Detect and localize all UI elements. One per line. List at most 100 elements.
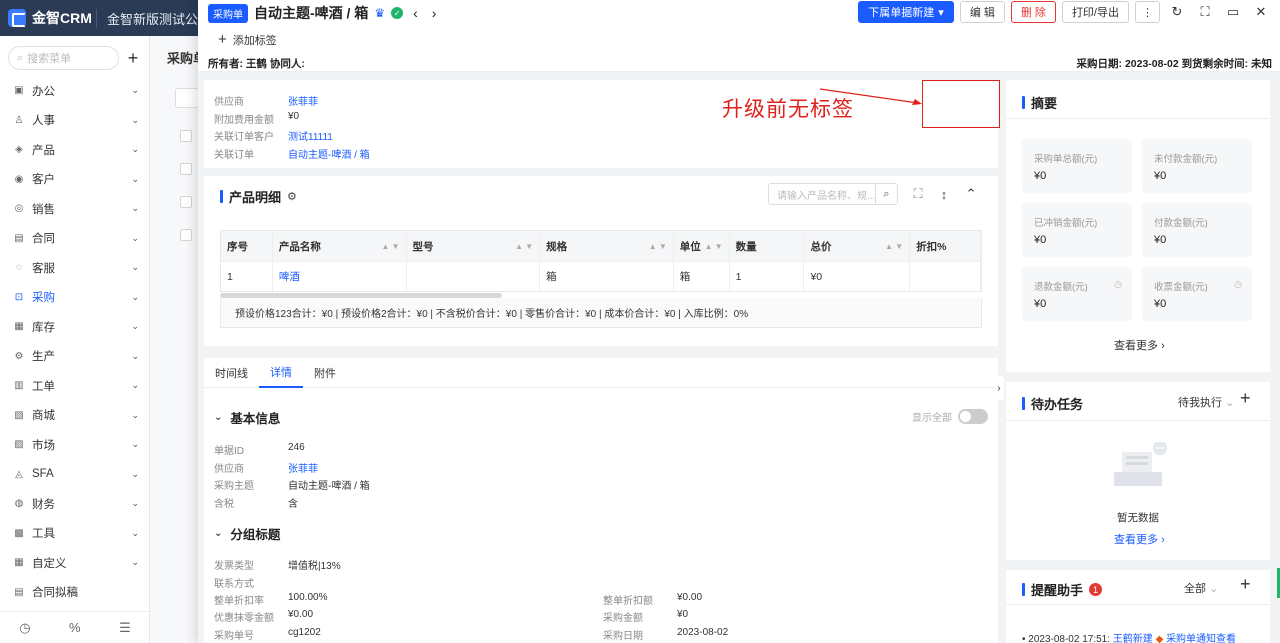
- window-icon[interactable]: ▭: [1222, 1, 1244, 23]
- sort-icon[interactable]: ↕: [933, 183, 955, 205]
- add-todo-plus-icon[interactable]: +: [1240, 388, 1251, 409]
- sidebar-item[interactable]: ▦ 库存 ⌄: [0, 312, 149, 342]
- collapse-menu-icon[interactable]: ☰: [119, 620, 131, 636]
- chevron-down-icon: ⌄: [131, 321, 139, 332]
- column-header[interactable]: 数量: [730, 231, 805, 261]
- delete-button[interactable]: 删 除: [1010, 1, 1056, 23]
- sidebar-item[interactable]: ◈ 产品 ⌄: [0, 135, 149, 165]
- column-header-label: 数量: [735, 240, 757, 253]
- background-filter[interactable]: [175, 88, 200, 108]
- sidebar-item[interactable]: ▩ 工具 ⌄: [0, 519, 149, 549]
- sidebar-item[interactable]: ◌ 客服 ⌄: [0, 253, 149, 283]
- sort-icon[interactable]: ▲ ▼: [705, 242, 723, 250]
- reminder-tail[interactable]: 采购单通知查看: [1166, 634, 1236, 643]
- info-label: 供应商: [214, 97, 244, 108]
- info-value[interactable]: 张菲菲: [288, 93, 318, 108]
- expand-icon[interactable]: ⛶: [907, 183, 929, 205]
- add-menu-plus-icon[interactable]: +: [125, 48, 141, 69]
- sidebar-item[interactable]: ▤ 合同拟稿: [0, 578, 149, 608]
- summary-tile: 未付款金额(元) ¥0: [1142, 139, 1252, 193]
- search-icon[interactable]: ⌕: [875, 184, 897, 204]
- refresh-icon[interactable]: ↻: [1166, 1, 1188, 23]
- basic-info-title[interactable]: ⌄ 基本信息: [214, 408, 280, 427]
- chevron-down-icon: ⌄: [131, 439, 139, 450]
- column-header[interactable]: 型号 ▲ ▼: [407, 231, 541, 261]
- reminder-item[interactable]: • 2023-08-02 17:51: 王鹤新建 ◆ 采购单通知查看: [1022, 630, 1266, 643]
- detail-row: 含税 含: [214, 495, 298, 510]
- table-header: 序号 产品名称 ▲ ▼ 型号 ▲ ▼ 规格 ▲ ▼ 单位 ▲ ▼ 数量 总价 ▲ ▼ 折扣%: [221, 231, 981, 261]
- print-export-button[interactable]: 打印/导出: [1061, 1, 1129, 23]
- fullscreen-icon[interactable]: ⛶: [1194, 1, 1216, 23]
- sort-icon[interactable]: ▲ ▼: [885, 242, 903, 250]
- todo-more-link[interactable]: 查看更多 ›: [1114, 531, 1165, 547]
- sidebar-item[interactable]: ▦ 自定义 ⌄: [0, 548, 149, 578]
- sort-icon[interactable]: ▲ ▼: [649, 242, 667, 250]
- row-checkbox[interactable]: [180, 163, 192, 175]
- sidebar-item[interactable]: ◬ SFA ⌄: [0, 460, 149, 490]
- chevron-up-icon[interactable]: ⌃: [960, 183, 982, 205]
- tab-item[interactable]: 时间线: [204, 358, 259, 388]
- menu-search-input[interactable]: ⌕ 搜索菜单: [8, 46, 119, 70]
- menu-item-icon: ▩: [14, 527, 24, 539]
- table-cell[interactable]: 啤酒: [273, 262, 407, 291]
- sidebar-item[interactable]: ⚙ 生产 ⌄: [0, 342, 149, 372]
- row-checkbox[interactable]: [180, 229, 192, 241]
- product-section-title: 产品明细 ⚙: [220, 187, 297, 206]
- percent-icon[interactable]: %: [69, 620, 81, 635]
- sidebar-item[interactable]: ⊡ 采购 ⌄: [0, 283, 149, 313]
- product-title-label: 产品明细: [229, 190, 282, 205]
- next-record-icon[interactable]: ›: [428, 5, 441, 21]
- sidebar-item[interactable]: ♙ 人事 ⌄: [0, 106, 149, 136]
- more-icon[interactable]: ⋮: [1135, 1, 1160, 23]
- prev-record-icon[interactable]: ‹: [409, 5, 422, 21]
- column-header[interactable]: 规格 ▲ ▼: [540, 231, 674, 261]
- detail-label: 供应商: [214, 463, 244, 475]
- close-icon[interactable]: ✕: [1250, 1, 1272, 23]
- sidebar-item[interactable]: ▣ 办公 ⌄: [0, 76, 149, 106]
- search-icon: ⌕: [17, 51, 24, 64]
- sort-icon[interactable]: ▲ ▼: [515, 242, 533, 250]
- sidebar-item[interactable]: ▥ 工单 ⌄: [0, 371, 149, 401]
- summary-tile-value: ¥0: [1154, 170, 1167, 182]
- info-value[interactable]: 测试11111: [288, 128, 333, 143]
- add-tag-button[interactable]: + 添加标签: [218, 31, 277, 48]
- summary-more-link[interactable]: 查看更多 ›: [1114, 337, 1165, 353]
- sidebar-item[interactable]: ▨ 市场 ⌄: [0, 430, 149, 460]
- summary-title: 摘要: [1022, 93, 1057, 112]
- todo-filter[interactable]: 待我执行 ⌄: [1178, 394, 1234, 410]
- row-checkbox[interactable]: [180, 130, 192, 142]
- product-search-input[interactable]: 请输入产品名称、规... ⌕: [768, 183, 898, 205]
- history-icon[interactable]: ◷: [19, 620, 30, 636]
- toggle-switch[interactable]: [958, 409, 988, 424]
- reminder-link[interactable]: 王鹤新建: [1113, 634, 1153, 643]
- add-reminder-plus-icon[interactable]: +: [1240, 574, 1251, 595]
- column-header[interactable]: 总价 ▲ ▼: [804, 231, 911, 261]
- show-all-label: 显示全部: [912, 413, 952, 424]
- detail-value[interactable]: 张菲菲: [288, 460, 318, 475]
- tab-item[interactable]: 详情: [259, 358, 303, 388]
- group-section-title[interactable]: ⌄ 分组标题: [214, 524, 280, 543]
- info-value[interactable]: 自动主题-啤酒 / 箱: [288, 146, 370, 161]
- show-all-toggle[interactable]: 显示全部: [912, 409, 988, 424]
- annotation-box: [922, 80, 1000, 128]
- reminder-filter[interactable]: 全部 ⌄: [1184, 580, 1218, 596]
- row-checkbox[interactable]: [180, 196, 192, 208]
- sidebar-item[interactable]: ▧ 商城 ⌄: [0, 401, 149, 431]
- sort-icon[interactable]: ▲ ▼: [381, 242, 399, 250]
- column-header[interactable]: 单位 ▲ ▼: [674, 231, 730, 261]
- tab-item[interactable]: 附件: [303, 358, 347, 388]
- sidebar-item[interactable]: ◎ 销售 ⌄: [0, 194, 149, 224]
- collapse-right-panel-icon[interactable]: ›: [994, 376, 1004, 400]
- sidebar-item[interactable]: ◉ 客户 ⌄: [0, 165, 149, 195]
- edit-button[interactable]: 编 辑: [959, 1, 1005, 23]
- column-header[interactable]: 序号: [221, 231, 273, 261]
- column-header[interactable]: 折扣%: [910, 231, 981, 261]
- app-logo[interactable]: 金智CRM: [0, 8, 96, 28]
- sidebar-item[interactable]: ▤ 合同 ⌄: [0, 224, 149, 254]
- new-subordinate-button[interactable]: 下属单据新建 ▾: [858, 1, 954, 23]
- sidebar-item[interactable]: ◍ 财务 ⌄: [0, 489, 149, 519]
- settings-icon[interactable]: ⚙: [287, 190, 297, 203]
- column-header[interactable]: 产品名称 ▲ ▼: [273, 231, 407, 261]
- table-cell-value[interactable]: 啤酒: [279, 269, 300, 284]
- group-title-label: 分组标题: [230, 528, 281, 542]
